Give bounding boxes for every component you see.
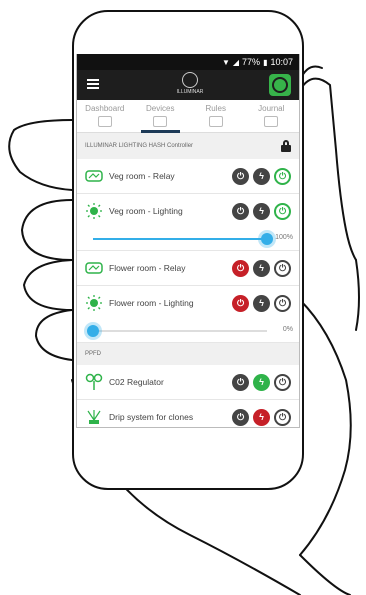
device-label: Flower room - Relay — [109, 263, 186, 273]
power-button[interactable]: ⏻ — [274, 294, 291, 312]
auto-button[interactable]: ϟ — [253, 294, 270, 312]
device-label: C02 Regulator — [109, 377, 164, 387]
controller-title: ILLUMINAR LIGHTING HASH Controller — [85, 143, 194, 149]
logo-mark-icon — [182, 72, 198, 88]
device-row-veg-relay: Veg room - Relay ⏻ ϟ ⏻ — [77, 159, 299, 194]
slider-track[interactable] — [87, 325, 267, 337]
sun-icon — [86, 203, 102, 219]
hamburger-menu-icon[interactable] — [87, 79, 99, 89]
off-button[interactable]: ⏻ — [232, 167, 249, 185]
journal-icon — [264, 116, 279, 127]
tab-label: Journal — [258, 104, 285, 113]
battery-percent: 77% — [242, 57, 261, 67]
controller-header: ILLUMINAR LIGHTING HASH Controller — [77, 133, 299, 159]
auto-button[interactable]: ϟ — [253, 167, 270, 185]
tab-devices[interactable]: Devices — [133, 100, 189, 133]
clock: 10:07 — [270, 57, 293, 67]
app-badge-button[interactable] — [269, 74, 291, 96]
slider-thumb[interactable] — [87, 325, 99, 337]
devices-icon — [153, 116, 168, 127]
co2-icon — [85, 373, 103, 390]
auto-button[interactable]: ϟ — [253, 408, 270, 426]
off-button[interactable]: ⏻ — [232, 373, 249, 391]
device-label: Veg room - Lighting — [109, 206, 183, 216]
signal-icon: ◢ — [232, 57, 240, 67]
off-button[interactable]: ⏻ — [232, 408, 249, 426]
tab-label: Dashboard — [85, 104, 125, 113]
sun-icon — [86, 295, 102, 311]
power-button[interactable]: ⏻ — [274, 259, 291, 277]
tab-bar: Dashboard Devices Rules Journal — [77, 100, 299, 133]
battery-icon: ▮ — [263, 57, 268, 67]
dashboard-icon — [97, 116, 112, 127]
tab-journal[interactable]: Journal — [244, 100, 300, 132]
logo-text: ILLUMINAR — [176, 89, 204, 95]
device-row-flower-relay: Flower room - Relay ⏻ ϟ ⏻ — [77, 251, 299, 286]
relay-icon — [85, 262, 103, 274]
power-button[interactable]: ⏻ — [274, 408, 291, 426]
drip-icon — [87, 410, 101, 424]
app-logo: ILLUMINAR — [175, 72, 205, 98]
tab-rules[interactable]: Rules — [188, 100, 244, 132]
off-button[interactable]: ⏻ — [232, 202, 249, 220]
slider-fill — [93, 238, 267, 240]
tab-label: Rules — [205, 104, 226, 113]
device-row-flower-lighting: Flower room - Lighting ⏻ ϟ ⏻ — [77, 286, 299, 320]
app-bar: ILLUMINAR — [77, 70, 299, 100]
device-label: Flower room - Lighting — [109, 298, 194, 308]
off-button[interactable]: ⏻ — [232, 294, 249, 312]
device-row-drip: Drip system for clones ⏻ ϟ ⏻ — [77, 400, 299, 427]
off-button[interactable]: ⏻ — [232, 259, 249, 277]
power-button[interactable]: ⏻ — [274, 202, 291, 220]
auto-button[interactable]: ϟ — [253, 373, 270, 391]
power-button[interactable]: ⏻ — [274, 167, 291, 185]
power-button[interactable]: ⏻ — [274, 373, 291, 391]
slider-track[interactable] — [93, 233, 273, 245]
status-bar: ▼ ◢ 77% ▮ 10:07 — [77, 54, 299, 70]
auto-button[interactable]: ϟ — [253, 202, 270, 220]
device-row-co2: C02 Regulator ⏻ ϟ ⏻ — [77, 365, 299, 400]
slider-value: 100% — [275, 234, 293, 241]
slider-value: 0% — [282, 326, 293, 333]
device-row-veg-lighting: Veg room - Lighting ⏻ ϟ ⏻ — [77, 194, 299, 228]
rules-icon — [208, 116, 223, 127]
veg-lighting-slider[interactable]: 100% — [77, 228, 299, 251]
lock-icon[interactable] — [281, 140, 291, 152]
flower-lighting-slider[interactable]: 0% — [77, 320, 299, 343]
ppfd-header: PPFD — [77, 343, 299, 365]
device-label: Veg room - Relay — [109, 171, 175, 181]
wifi-icon: ▼ — [221, 57, 230, 67]
auto-button[interactable]: ϟ — [253, 259, 270, 277]
device-label: Drip system for clones — [109, 412, 194, 422]
tab-label: Devices — [146, 104, 175, 113]
relay-icon — [85, 170, 103, 182]
phone-screen: ▼ ◢ 77% ▮ 10:07 ILLUMINAR Dashboard Devi… — [76, 54, 300, 428]
ppfd-title: PPFD — [85, 351, 102, 357]
slider-thumb[interactable] — [261, 233, 273, 245]
tab-dashboard[interactable]: Dashboard — [77, 100, 133, 132]
